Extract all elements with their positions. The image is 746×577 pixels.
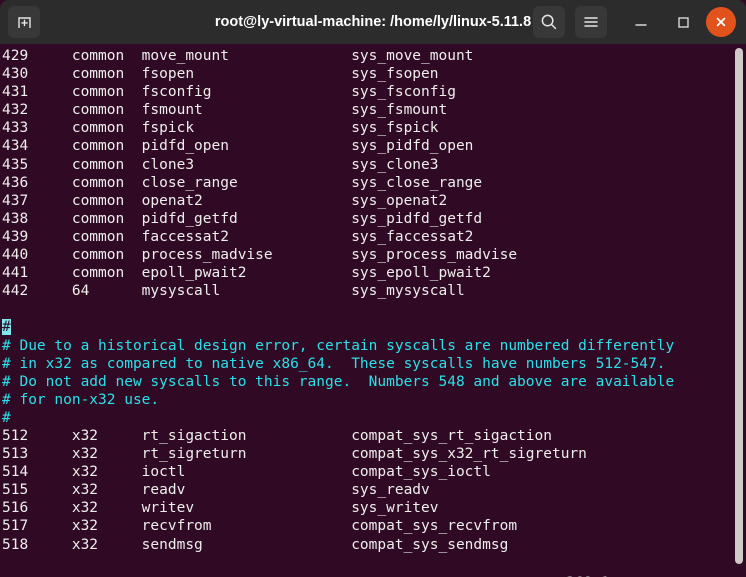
terminal-line-text: 441 common epoll_pwait2 sys_epoll_pwait2 <box>2 265 491 282</box>
terminal-line-text: 440 common process_madvise sys_process_m… <box>2 247 518 264</box>
terminal-line-text: 432 common fsmount sys_fsmount <box>2 102 448 119</box>
terminal-line: 516 x32 writev sys_writev <box>2 499 732 517</box>
terminal-line: 435 common clone3 sys_clone3 <box>2 156 732 174</box>
terminal-line: # <box>2 409 732 427</box>
terminal-line: 437 common openat2 sys_openat2 <box>2 192 732 210</box>
terminal-line-text: 515 x32 readv sys_readv <box>2 482 430 499</box>
terminal-line-text: # for non-x32 use. <box>2 391 160 408</box>
terminal-line-text: 439 common faccessat2 sys_faccessat2 <box>2 228 474 245</box>
terminal-line-text: 435 common clone3 sys_clone3 <box>2 156 439 173</box>
terminal-line-text: 518 x32 sendmsg compat_sys_sendmsg <box>2 536 509 553</box>
terminal-line-text: 516 x32 writev sys_writev <box>2 500 439 517</box>
terminal-line-text: 433 common fspick sys_fspick <box>2 120 439 137</box>
scrollbar-thumb[interactable] <box>735 48 743 564</box>
maximize-icon[interactable] <box>667 6 699 38</box>
terminal-line: 513 x32 rt_sigreturn compat_sys_x32_rt_s… <box>2 445 732 463</box>
terminal-line: 429 common move_mount sys_move_mount <box>2 47 732 65</box>
terminal-line-text: 512 x32 rt_sigaction compat_sys_rt_sigac… <box>2 427 552 444</box>
terminal-line-text: 442 64 mysyscall sys_mysyscall <box>2 283 465 300</box>
terminal-line: 433 common fspick sys_fspick <box>2 119 732 137</box>
terminal-line: 442 64 mysyscall sys_mysyscall <box>2 282 732 300</box>
terminal-line-text: 436 common close_range sys_close_range <box>2 174 483 191</box>
terminal-line: 515 x32 readv sys_readv <box>2 481 732 499</box>
hamburger-menu-icon[interactable] <box>575 6 607 38</box>
terminal-line: # for non-x32 use. <box>2 391 732 409</box>
vim-status-line: 368,1 91% <box>2 556 732 577</box>
terminal-line: 432 common fsmount sys_fsmount <box>2 101 732 119</box>
terminal-line-text: # <box>2 409 11 426</box>
terminal-line-text: 514 x32 ioctl compat_sys_ioctl <box>2 464 491 481</box>
terminal-line-text: 517 x32 recvfrom compat_sys_recvfrom <box>2 518 518 535</box>
minimize-icon[interactable] <box>625 6 657 38</box>
terminal-line: 441 common epoll_pwait2 sys_epoll_pwait2 <box>2 264 732 282</box>
text-cursor: # <box>2 319 11 336</box>
vertical-scrollbar[interactable] <box>732 44 746 577</box>
terminal-line: 439 common faccessat2 sys_faccessat2 <box>2 228 732 246</box>
terminal-line: 512 x32 rt_sigaction compat_sys_rt_sigac… <box>2 427 732 445</box>
terminal-line-text: # in x32 as compared to native x86_64. T… <box>2 355 666 372</box>
terminal-line: 430 common fsopen sys_fsopen <box>2 65 732 83</box>
terminal-text-buffer: 429 common move_mount sys_move_mount 430 … <box>2 47 732 554</box>
terminal-line-text: 438 common pidfd_getfd sys_pidfd_getfd <box>2 210 483 227</box>
terminal-line: 434 common pidfd_open sys_pidfd_open <box>2 137 732 155</box>
terminal-line: # Due to a historical design error, cert… <box>2 337 732 355</box>
terminal-line-text: 437 common openat2 sys_openat2 <box>2 192 448 209</box>
terminal-line: # Do not add new syscalls to this range.… <box>2 373 732 391</box>
terminal-line-text: 431 common fsconfig sys_fsconfig <box>2 84 456 101</box>
terminal-content[interactable]: 429 common move_mount sys_move_mount 430 … <box>0 44 746 577</box>
close-icon[interactable] <box>706 7 736 37</box>
window-titlebar: root@ly-virtual-machine: /home/ly/linux-… <box>0 0 746 44</box>
terminal-line-text: 513 x32 rt_sigreturn compat_sys_x32_rt_s… <box>2 446 587 463</box>
terminal-line: 436 common close_range sys_close_range <box>2 174 732 192</box>
terminal-line: 518 x32 sendmsg compat_sys_sendmsg <box>2 536 732 554</box>
terminal-line: 517 x32 recvfrom compat_sys_recvfrom <box>2 517 732 535</box>
terminal-line-text: 429 common move_mount sys_move_mount <box>2 48 474 64</box>
terminal-line: # <box>2 318 732 336</box>
terminal-line-text <box>2 301 11 317</box>
search-icon[interactable] <box>533 6 565 38</box>
terminal-line <box>2 300 732 318</box>
terminal-window: root@ly-virtual-machine: /home/ly/linux-… <box>0 0 746 577</box>
terminal-line: 438 common pidfd_getfd sys_pidfd_getfd <box>2 210 732 228</box>
terminal-line-text: # Do not add new syscalls to this range.… <box>2 373 675 390</box>
terminal-line-text: # Due to a historical design error, cert… <box>2 337 675 354</box>
terminal-line: # in x32 as compared to native x86_64. T… <box>2 355 732 373</box>
terminal-line: 440 common process_madvise sys_process_m… <box>2 246 732 264</box>
terminal-line-text: 430 common fsopen sys_fsopen <box>2 66 439 83</box>
new-tab-icon[interactable] <box>8 6 40 38</box>
terminal-line: 431 common fsconfig sys_fsconfig <box>2 83 732 101</box>
terminal-line-text: 434 common pidfd_open sys_pidfd_open <box>2 138 474 155</box>
terminal-line: 514 x32 ioctl compat_sys_ioctl <box>2 463 732 481</box>
